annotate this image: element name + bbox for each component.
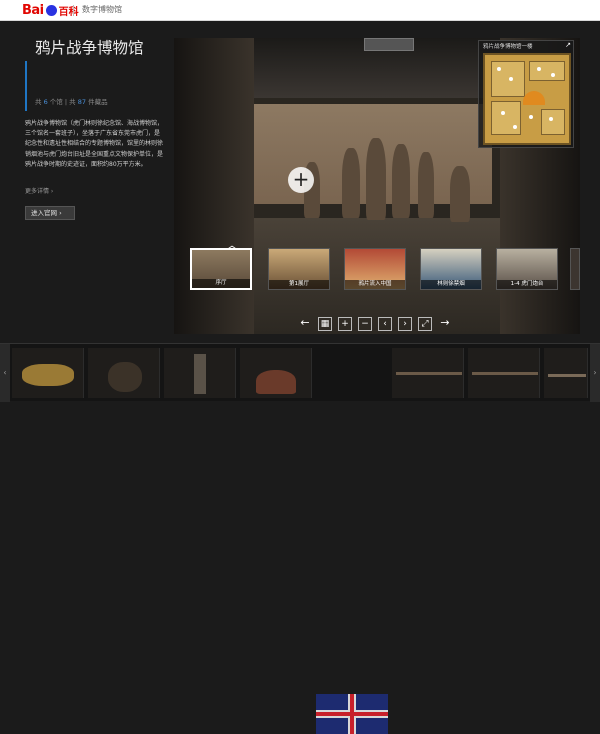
artifact-sword[interactable] (544, 348, 588, 398)
thumbnail-label: 林则徐禁烟 (421, 280, 481, 289)
hall-suffix: 个馆 (49, 98, 63, 106)
scene-thumbnail[interactable]: 序厅 (190, 248, 252, 290)
zoom-out-icon[interactable]: − (358, 317, 372, 331)
thumbnail-label: 鸦片流入中国 (345, 280, 405, 289)
baidu-baike-logo[interactable]: Bai 百科 (22, 3, 79, 18)
strip-next-icon[interactable]: › (590, 344, 600, 402)
minimap-hotspot[interactable] (551, 73, 555, 77)
next-scene-icon[interactable]: → (438, 317, 452, 331)
scene-thumbnail[interactable]: 林则徐禁烟 (420, 248, 482, 290)
title-accent-bar (25, 61, 27, 111)
museum-intro: 鸦片战争博物馆（虎门林则徐纪念馆、海战博物馆，三个馆名一套班子），坐落于广东省东… (25, 120, 164, 168)
section-title[interactable]: 数字博物馆 (82, 4, 122, 15)
viewer-controls: ← ▦ + − ‹ › ⤢ → (298, 317, 452, 331)
thumbnail-label: 1-4 虎门炮台 (497, 280, 557, 289)
artifact-rifle[interactable] (392, 348, 464, 398)
statue-figure (418, 152, 434, 218)
stats-divider: | (64, 98, 68, 106)
artifact-union-flag[interactable] (316, 694, 388, 734)
ceiling-vent (364, 38, 414, 51)
museum-stats: 共 6 个馆 | 共 87 件藏品 (35, 96, 108, 106)
artifact-bronze-pot[interactable] (88, 348, 160, 398)
minimap-room[interactable] (491, 101, 521, 135)
scene-thumbnail[interactable]: 鸦片流入中国 (344, 248, 406, 290)
statue-figure (450, 166, 470, 222)
minimap-room[interactable] (529, 61, 565, 81)
zoom-in-icon[interactable]: + (338, 317, 352, 331)
artifact-strip: ‹ › (0, 343, 600, 734)
collection-suffix: 件藏品 (88, 98, 108, 106)
artifact-fire-pot[interactable] (12, 348, 84, 398)
grid-icon[interactable]: ▦ (318, 317, 332, 331)
minimap-viewpoint-icon (523, 91, 545, 105)
artifact-rifle[interactable] (468, 348, 540, 398)
minimap-room[interactable] (541, 109, 565, 135)
scene-thumbnail-strip: 序厅 第1展厅 鸦片流入中国 林则徐禁烟 1-4 虎门炮台 (186, 246, 580, 294)
museum-title: 鸦片战争博物馆 (35, 39, 144, 57)
thumbnail-label: 序厅 (192, 279, 250, 288)
scene-thumbnail-partial[interactable] (570, 248, 580, 290)
hall-count: 6 (43, 98, 48, 106)
minimap-title: 鸦片战争博物馆一楼 (483, 44, 533, 50)
rotate-right-icon[interactable]: › (398, 317, 412, 331)
minimap-hotspot[interactable] (529, 115, 533, 119)
prev-scene-icon[interactable]: ← (298, 317, 312, 331)
scene-thumbnail[interactable]: 1-4 虎门炮台 (496, 248, 558, 290)
minimap-room[interactable] (491, 61, 525, 97)
strip-prev-icon[interactable]: ‹ (0, 344, 10, 402)
artifact-cannon-tube[interactable] (164, 348, 236, 398)
minimap-hotspot[interactable] (497, 67, 501, 71)
fullscreen-icon[interactable]: ⤢ (418, 317, 432, 331)
top-bar: Bai 百科 数字博物馆 (0, 0, 600, 21)
minimap-floorplan[interactable] (483, 53, 571, 145)
floor-minimap[interactable]: 鸦片战争博物馆一楼 ↗ (478, 40, 574, 148)
scene-thumbnail[interactable]: 第1展厅 (268, 248, 330, 290)
minimap-hotspot[interactable] (537, 67, 541, 71)
statue-figure (366, 138, 386, 220)
logo-bai-text: Bai (22, 3, 44, 18)
rotate-left-icon[interactable]: ‹ (378, 317, 392, 331)
collection-count: 87 (77, 98, 87, 106)
more-details-link[interactable]: 更多详情 › (25, 186, 53, 195)
thumbnail-label: 第1展厅 (269, 280, 329, 289)
artifact-leather-bag[interactable] (240, 348, 312, 398)
minimap-hotspot[interactable] (501, 111, 505, 115)
minimap-hotspot[interactable] (549, 117, 553, 121)
minimap-hotspot[interactable] (513, 125, 517, 129)
hotspot-plus-icon[interactable]: + (288, 167, 314, 193)
statue-figure (392, 144, 410, 218)
logo-baike-text: 百科 (58, 7, 79, 18)
baidu-paw-icon (45, 5, 57, 16)
stats-prefix-2: 共 (69, 98, 76, 106)
enter-website-button[interactable]: 进入官网 › (25, 206, 75, 220)
minimap-expand-icon[interactable]: ↗ (565, 41, 571, 49)
header-divider (73, 5, 74, 16)
minimap-hotspot[interactable] (509, 77, 513, 81)
statue-figure (342, 148, 360, 218)
stats-prefix: 共 (35, 98, 42, 106)
